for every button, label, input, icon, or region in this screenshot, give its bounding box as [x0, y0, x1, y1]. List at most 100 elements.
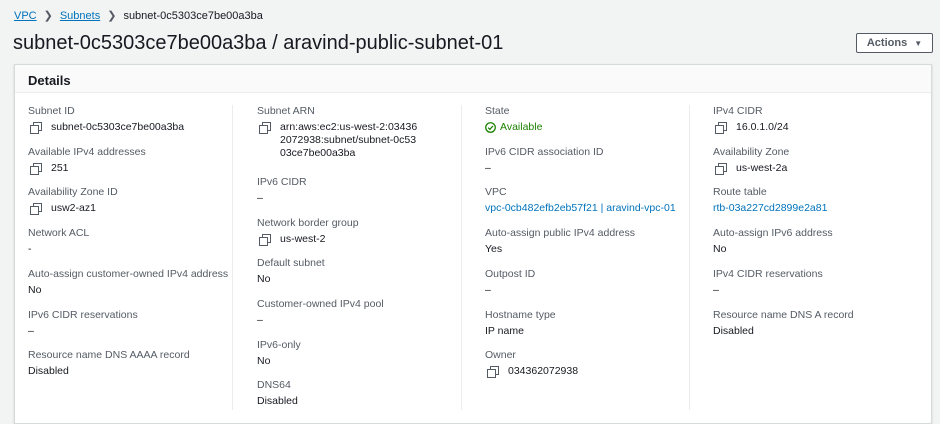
field-label: IPv4 CIDR reservations [713, 268, 823, 280]
field-label: Network border group [257, 217, 359, 229]
field-value: vpc-0cb482efb2eb57f21 | aravind-vpc-01 [485, 202, 690, 215]
breadcrumb-vpc-link[interactable]: VPC [14, 10, 37, 22]
field-label: Subnet ID [28, 105, 75, 117]
ipv6-only-value: No [257, 355, 271, 367]
details-panel-title: Details [28, 73, 71, 88]
field-value: subnet-0c5303ce7be00a3ba [28, 121, 233, 134]
field-label: Route table [713, 186, 767, 198]
field-ipv6-only: IPv6-only No [257, 339, 462, 368]
field-value: Disabled [257, 395, 462, 408]
breadcrumb-current: subnet-0c5303ce7be00a3ba [123, 9, 263, 22]
auto-public-ipv4-value: Yes [485, 243, 503, 255]
field-label: Auto-assign customer-owned IPv4 address [28, 268, 229, 280]
copy-icon[interactable] [30, 203, 42, 215]
field-available-ipv4: Available IPv4 addresses 251 [28, 146, 233, 175]
field-value: – [713, 284, 918, 297]
field-label: IPv6 CIDR association ID [485, 146, 604, 158]
status-available-icon [485, 122, 496, 133]
field-label: VPC [485, 186, 507, 198]
copy-icon[interactable] [487, 366, 499, 378]
field-default-subnet: Default subnet No [257, 257, 462, 286]
field-vpc: VPC vpc-0cb482efb2eb57f21 | aravind-vpc-… [485, 186, 690, 215]
field-label: State [485, 105, 510, 117]
field-label: Resource name DNS AAAA record [28, 349, 190, 361]
dns-a-value: Disabled [713, 325, 754, 337]
copy-icon[interactable] [259, 122, 271, 134]
copy-icon[interactable] [30, 163, 42, 175]
field-value: 16.0.1.0/24 [713, 121, 918, 134]
ipv6-cidr-assoc-value: – [485, 162, 491, 174]
az-id-value: usw2-az1 [51, 202, 96, 214]
field-dns-aaaa: Resource name DNS AAAA record Disabled [28, 349, 233, 378]
field-label: Resource name DNS A record [713, 309, 854, 321]
outpost-id-value: – [485, 284, 491, 296]
subnet-arn-value: arn:aws:ec2:us-west-2:034362072938:subne… [280, 121, 418, 159]
field-value: No [28, 284, 233, 297]
field-value: Disabled [28, 365, 233, 378]
copy-icon[interactable] [715, 122, 727, 134]
field-state: State Available [485, 105, 690, 134]
field-route-table: Route table rtb-03a227cd2899e2a81 [713, 186, 918, 215]
subnet-id-value: subnet-0c5303ce7be00a3ba [51, 121, 185, 133]
details-panel: Details Subnet ID subnet-0c5303ce7be00a3… [14, 64, 932, 424]
field-value: - [28, 243, 233, 256]
auto-ipv6-value: No [713, 243, 727, 255]
dns-aaaa-value: Disabled [28, 365, 69, 377]
field-dns-a: Resource name DNS A record Disabled [713, 309, 918, 338]
ipv6-cidr-value: – [257, 192, 263, 204]
vpc-link[interactable]: vpc-0cb482efb2eb57f21 | aravind-vpc-01 [485, 202, 676, 215]
state-value: Available [500, 121, 543, 133]
field-auto-ipv6: Auto-assign IPv6 address No [713, 227, 918, 256]
field-ipv6-cidr-reservations: IPv6 CIDR reservations – [28, 309, 233, 338]
page-title: subnet-0c5303ce7be00a3ba / aravind-publi… [13, 32, 504, 54]
field-label: Auto-assign public IPv4 address [485, 227, 635, 239]
hostname-type-value: IP name [485, 325, 524, 337]
network-acl-value: - [28, 243, 32, 255]
chevron-right-icon: ❯ [107, 10, 117, 22]
copy-icon[interactable] [715, 163, 727, 175]
copy-icon[interactable] [259, 234, 271, 246]
field-label: DNS64 [257, 379, 291, 391]
field-value: usw2-az1 [28, 202, 233, 215]
field-label: IPv4 CIDR [713, 105, 763, 117]
field-network-border-group: Network border group us-west-2 [257, 217, 462, 246]
availability-zone-value: us-west-2a [736, 162, 788, 174]
field-label: IPv6 CIDR reservations [28, 309, 138, 321]
field-label: Outpost ID [485, 268, 536, 280]
route-table-link[interactable]: rtb-03a227cd2899e2a81 [713, 202, 827, 215]
field-label: IPv6 CIDR [257, 176, 307, 188]
details-panel-header: Details [15, 65, 931, 93]
field-value: – [257, 192, 462, 205]
field-label: Customer-owned IPv4 pool [257, 298, 384, 310]
customer-owned-pool-value: – [257, 314, 263, 326]
breadcrumb-subnets-link[interactable]: Subnets [60, 10, 100, 22]
dns64-value: Disabled [257, 395, 298, 407]
field-ipv4-cidr-reservations: IPv4 CIDR reservations – [713, 268, 918, 297]
details-column-2: Subnet ARN arn:aws:ec2:us-west-2:0343620… [257, 105, 462, 410]
field-value: us-west-2 [257, 233, 462, 246]
field-value: – [485, 162, 690, 175]
field-availability-zone: Availability Zone us-west-2a [713, 146, 918, 175]
field-value: – [28, 325, 233, 338]
field-ipv6-cidr-association: IPv6 CIDR association ID – [485, 146, 690, 175]
field-auto-customer-owned-ipv4: Auto-assign customer-owned IPv4 address … [28, 268, 233, 297]
auto-customer-owned-value: No [28, 284, 42, 296]
field-subnet-arn: Subnet ARN arn:aws:ec2:us-west-2:0343620… [257, 105, 462, 160]
field-value: 251 [28, 162, 233, 175]
ipv4-cidr-reservations-value: – [713, 284, 719, 296]
field-label: Availability Zone [713, 146, 790, 158]
field-auto-public-ipv4: Auto-assign public IPv4 address Yes [485, 227, 690, 256]
default-subnet-value: No [257, 273, 271, 285]
network-border-group-value: us-west-2 [280, 233, 326, 245]
details-column-4: IPv4 CIDR 16.0.1.0/24 Availability Zone … [713, 105, 918, 410]
field-label: Subnet ARN [257, 105, 315, 117]
field-label: Network ACL [28, 227, 90, 239]
copy-icon[interactable] [30, 122, 42, 134]
field-label: Available IPv4 addresses [28, 146, 146, 158]
field-value: – [485, 284, 690, 297]
field-ipv6-cidr: IPv6 CIDR – [257, 176, 462, 205]
field-az-id: Availability Zone ID usw2-az1 [28, 186, 233, 215]
details-column-1: Subnet ID subnet-0c5303ce7be00a3ba Avail… [28, 105, 233, 410]
actions-dropdown-button[interactable]: Actions ▼ [856, 33, 933, 53]
field-network-acl: Network ACL - [28, 227, 233, 256]
